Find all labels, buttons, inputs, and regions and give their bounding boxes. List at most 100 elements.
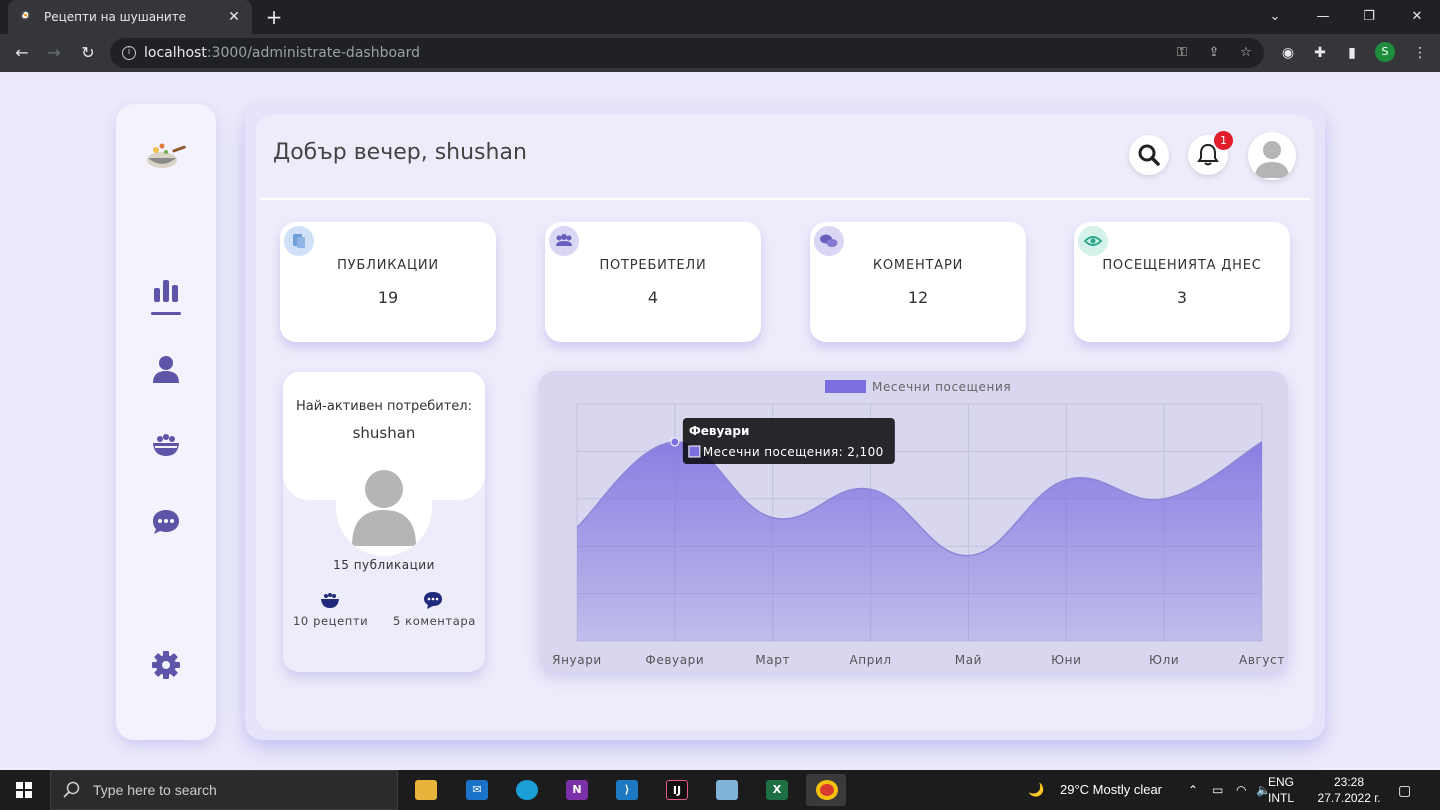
lang-primary: ENG — [1267, 775, 1294, 789]
documents-icon — [284, 226, 314, 256]
x-tick-label: Май — [955, 653, 982, 667]
user-card-avatar — [336, 460, 432, 556]
notification-badge: 1 — [1214, 131, 1233, 150]
url-path: :3000/administrate-dashboard — [206, 45, 420, 61]
stat-card-users[interactable]: ПОТРЕБИТЕЛИ 4 — [545, 222, 761, 342]
user-comments-count: 5 коментара — [393, 614, 476, 628]
close-tab-icon[interactable]: ✕ — [226, 9, 242, 25]
forward-button[interactable]: → — [42, 41, 66, 65]
notepad-app[interactable] — [706, 774, 746, 806]
mail-icon: ✉ — [466, 780, 488, 800]
avatar-placeholder-icon — [1255, 141, 1289, 178]
comment-icon — [424, 592, 442, 609]
back-button[interactable]: ← — [10, 41, 34, 65]
minimize-button[interactable]: — — [1300, 0, 1346, 34]
close-window-button[interactable]: ✕ — [1394, 0, 1440, 34]
intellij-app[interactable]: IJ — [656, 774, 696, 806]
reload-button[interactable]: ↻ — [76, 41, 100, 65]
series-area-fill — [577, 441, 1262, 641]
weather-text[interactable]: 29°C Mostly clear — [1060, 770, 1162, 810]
legend-label: Месечни посещения — [872, 380, 1011, 394]
notifications-center-icon[interactable]: ▢ — [1398, 770, 1411, 810]
tooltip-anchor-point — [670, 437, 680, 447]
browser-tab-strip: 🍳 Рецепти на шушаните ✕ + ⌄ — ❐ ✕ — [0, 0, 1440, 34]
wifi-icon[interactable]: ◠ — [1236, 770, 1246, 810]
weather-icon[interactable]: 🌙 — [1028, 770, 1044, 810]
chrome-app[interactable] — [806, 774, 846, 806]
user-avatar-button[interactable] — [1248, 132, 1296, 180]
settings-gear-icon[interactable] — [151, 650, 181, 680]
windows-taskbar: Type here to search ✉ N ⟩ IJ X 🌙 29°C Mo… — [0, 770, 1440, 810]
browser-tab[interactable]: 🍳 Рецепти на шушаните ✕ — [8, 0, 252, 34]
avatar-placeholder-icon — [352, 470, 416, 546]
user-icon[interactable] — [151, 354, 181, 384]
file-explorer-app[interactable] — [405, 774, 445, 806]
lang-secondary: INTL — [1267, 791, 1294, 805]
stat-value: 19 — [377, 288, 399, 307]
new-tab-button[interactable]: + — [262, 5, 286, 29]
stat-card-visits-today[interactable]: ПОСЕЩЕНИЯТА ДНЕС 3 — [1074, 222, 1290, 342]
vscode-app[interactable]: ⟩ — [606, 774, 646, 806]
chrome-icon — [816, 780, 838, 800]
user-card-title: Най-активен потребител: — [295, 399, 472, 414]
clock[interactable]: 23:28 27.7.2022 г. — [1312, 774, 1386, 806]
extensions-puzzle-icon[interactable]: ✚ — [1309, 42, 1331, 64]
header-divider — [260, 198, 1310, 200]
clock-date: 27.7.2022 г. — [1317, 791, 1381, 805]
maximize-button[interactable]: ❐ — [1346, 0, 1392, 34]
most-active-user-card: Най-активен потребител: shushan 15 публи… — [283, 372, 485, 672]
active-indicator — [151, 312, 181, 315]
onenote-app[interactable]: N — [556, 774, 596, 806]
monthly-visits-chart[interactable]: Януари Февуари Март Април Май Юни Юли Август Мес… — [539, 371, 1288, 672]
user-publications-count: 15 публикации — [333, 558, 435, 572]
tooltip-title: Февуари — [689, 424, 750, 438]
stat-label: ПОСЕЩЕНИЯТА ДНЕС — [1102, 258, 1262, 273]
x-tick-label: Април — [850, 653, 892, 667]
site-info-icon[interactable]: i — [122, 46, 136, 60]
vscode-icon: ⟩ — [616, 780, 638, 800]
key-icon[interactable]: ⚿ — [1172, 43, 1192, 63]
address-bar[interactable]: i localhost:3000/administrate-dashboard — [110, 38, 1264, 68]
dashboard-chart-icon[interactable] — [151, 276, 181, 306]
search-button[interactable] — [1129, 135, 1169, 175]
wok-logo-icon[interactable] — [144, 136, 188, 172]
stat-card-publications[interactable]: ПУБЛИКАЦИИ 19 — [280, 222, 496, 342]
comments-icon[interactable] — [151, 507, 181, 537]
user-recipes-count: 10 рецепти — [293, 614, 369, 628]
taskbar-search-input[interactable]: Type here to search — [50, 770, 398, 810]
mail-app[interactable]: ✉ — [456, 774, 496, 806]
x-tick-label: Март — [755, 653, 790, 667]
stat-value: 3 — [1176, 288, 1188, 307]
onenote-icon: N — [566, 780, 588, 800]
tooltip-swatch — [688, 445, 701, 458]
users-icon — [549, 226, 579, 256]
edge-app[interactable] — [506, 774, 546, 806]
sidebar — [116, 104, 216, 740]
x-tick-label: Юли — [1149, 653, 1179, 667]
stat-card-comments[interactable]: КОМЕНТАРИ 12 — [810, 222, 1026, 342]
excel-app[interactable]: X — [756, 774, 796, 806]
search-placeholder: Type here to search — [93, 782, 217, 798]
stat-label: ПОТРЕБИТЕЛИ — [599, 258, 707, 273]
stat-label: ПУБЛИКАЦИИ — [337, 258, 439, 273]
language-indicator[interactable]: ENG INTL — [1259, 774, 1303, 806]
tray-chevron-icon[interactable]: ⌃ — [1188, 770, 1198, 810]
share-icon[interactable]: ⇪ — [1204, 43, 1224, 63]
profile-avatar[interactable]: S — [1375, 42, 1395, 62]
battery-icon[interactable]: ▭ — [1212, 770, 1223, 810]
x-tick-label: Август — [1239, 653, 1285, 667]
legend-swatch — [825, 380, 866, 393]
edge-icon — [516, 780, 538, 800]
user-card-name: shushan — [352, 424, 416, 442]
stat-value: 4 — [647, 288, 659, 307]
tab-title: Рецепти на шушаните — [44, 10, 187, 24]
recipes-bowl-icon[interactable] — [151, 430, 181, 460]
tooltip-text: Месечни посещения: 2,100 — [703, 445, 884, 459]
bookmark-star-icon[interactable]: ☆ — [1236, 43, 1256, 63]
tab-search-chevron-icon[interactable]: ⌄ — [1252, 0, 1298, 34]
record-extension-icon[interactable]: ◉ — [1277, 42, 1299, 64]
windows-start-icon[interactable] — [0, 770, 48, 810]
intellij-icon: IJ — [666, 780, 688, 800]
browser-menu-icon[interactable]: ⋮ — [1409, 42, 1431, 64]
side-panel-icon[interactable]: ▮ — [1341, 42, 1363, 64]
